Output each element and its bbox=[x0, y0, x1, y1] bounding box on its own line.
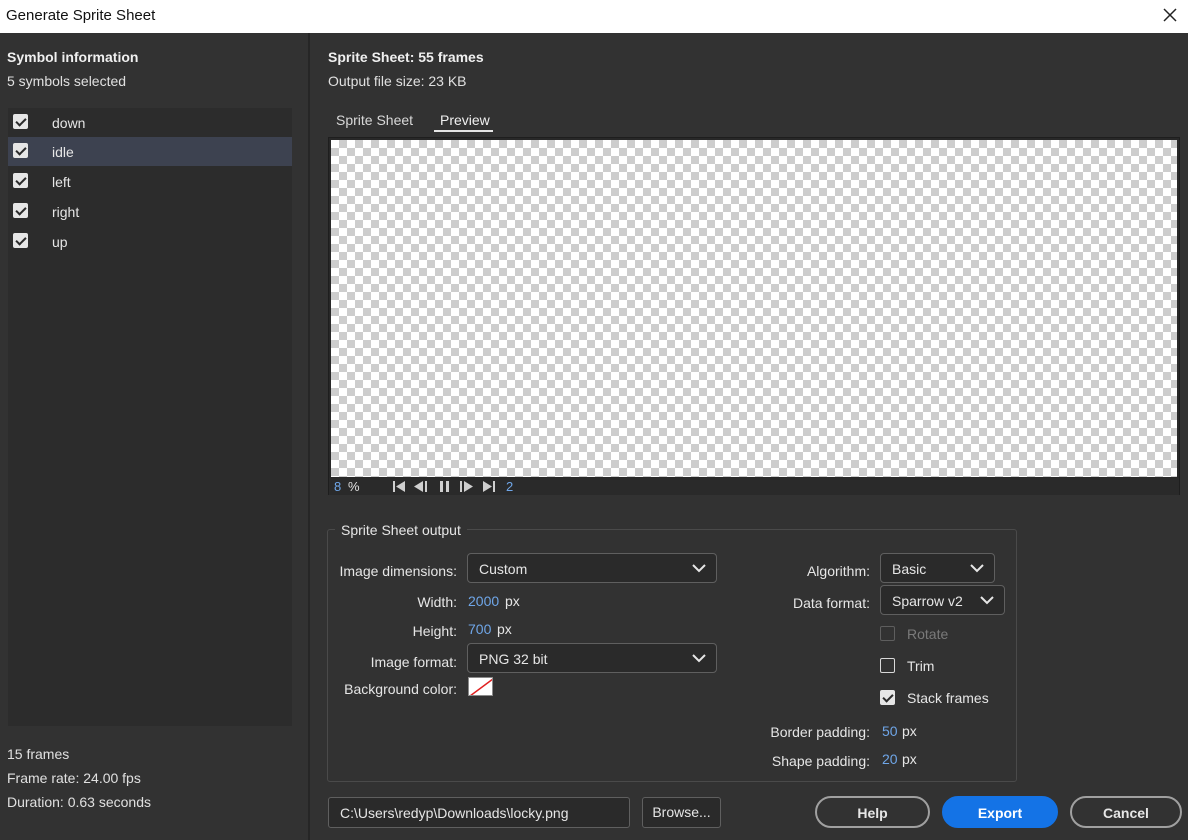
image-dimensions-label: Image dimensions: bbox=[339, 563, 457, 579]
symbol-row-up[interactable]: up bbox=[8, 227, 292, 256]
chevron-down-icon bbox=[692, 654, 706, 663]
first-frame-icon[interactable] bbox=[391, 480, 407, 493]
shape-padding-value[interactable]: 20 bbox=[882, 751, 898, 767]
export-button[interactable]: Export bbox=[942, 796, 1058, 828]
tab-preview[interactable]: Preview bbox=[440, 112, 490, 128]
algorithm-value: Basic bbox=[892, 561, 927, 577]
stack-frames-label: Stack frames bbox=[907, 690, 989, 706]
symbol-checkbox[interactable] bbox=[13, 143, 28, 158]
image-format-value: PNG 32 bit bbox=[479, 651, 548, 667]
pause-icon[interactable] bbox=[437, 480, 453, 493]
image-format-dropdown[interactable]: PNG 32 bit bbox=[467, 643, 717, 673]
chevron-down-icon bbox=[980, 596, 994, 605]
frames-count: 15 frames bbox=[7, 746, 70, 762]
symbol-list: down idle left right up bbox=[8, 108, 292, 726]
symbol-row-down[interactable]: down bbox=[8, 108, 292, 137]
border-padding-label: Border padding: bbox=[770, 724, 870, 740]
sprite-sheet-heading: Sprite Sheet: 55 frames bbox=[328, 49, 484, 65]
no-color-icon bbox=[470, 678, 492, 695]
preview-canvas bbox=[331, 140, 1177, 477]
border-padding-value[interactable]: 50 bbox=[882, 723, 898, 739]
preview-panel: 8 % 2 bbox=[328, 137, 1180, 495]
title-bar: Generate Sprite Sheet bbox=[0, 0, 1188, 33]
frame-rate: Frame rate: 24.00 fps bbox=[7, 770, 141, 786]
symbol-row-left[interactable]: left bbox=[8, 167, 292, 196]
width-label: Width: bbox=[417, 594, 457, 610]
data-format-dropdown[interactable]: Sparrow v2 bbox=[880, 585, 1005, 615]
rotate-label: Rotate bbox=[907, 626, 949, 642]
symbol-checkbox[interactable] bbox=[13, 173, 28, 188]
step-forward-icon[interactable] bbox=[458, 480, 474, 493]
symbol-checkbox[interactable] bbox=[13, 114, 28, 129]
browse-button[interactable]: Browse... bbox=[642, 797, 721, 828]
width-unit: px bbox=[505, 593, 520, 609]
background-color-label: Background color: bbox=[344, 681, 457, 697]
active-tab-indicator bbox=[434, 130, 493, 132]
rotate-checkbox[interactable] bbox=[880, 626, 895, 641]
symbol-row-right[interactable]: right bbox=[8, 197, 292, 226]
symbol-info-heading: Symbol information bbox=[7, 49, 139, 65]
symbol-label: idle bbox=[52, 144, 74, 160]
algorithm-label: Algorithm: bbox=[806, 563, 870, 579]
data-format-label: Data format: bbox=[792, 595, 870, 611]
symbol-label: down bbox=[52, 115, 86, 131]
symbol-label: up bbox=[52, 234, 68, 250]
playback-bar: 8 % 2 bbox=[329, 478, 1179, 495]
output-group-title: Sprite Sheet output bbox=[335, 522, 467, 538]
stack-frames-checkbox[interactable] bbox=[880, 690, 895, 705]
image-dimensions-value: Custom bbox=[479, 561, 528, 577]
symbol-row-idle[interactable]: idle bbox=[8, 137, 292, 166]
window-title: Generate Sprite Sheet bbox=[6, 7, 156, 24]
symbol-checkbox[interactable] bbox=[13, 233, 28, 248]
symbols-selected-count: 5 symbols selected bbox=[7, 73, 127, 89]
symbol-checkbox[interactable] bbox=[13, 203, 28, 218]
output-path-value: C:\Users\redyp\Downloads\locky.png bbox=[340, 805, 569, 821]
background-color-swatch[interactable] bbox=[468, 677, 493, 696]
algorithm-dropdown[interactable]: Basic bbox=[880, 553, 995, 583]
help-button[interactable]: Help bbox=[815, 796, 930, 828]
shape-padding-label: Shape padding: bbox=[771, 753, 870, 769]
height-unit: px bbox=[497, 621, 512, 637]
output-path-input[interactable]: C:\Users\redyp\Downloads\locky.png bbox=[328, 797, 630, 828]
data-format-value: Sparrow v2 bbox=[892, 593, 963, 609]
duration: Duration: 0.63 seconds bbox=[7, 794, 151, 810]
tab-sprite-sheet[interactable]: Sprite Sheet bbox=[336, 112, 413, 128]
zoom-value[interactable]: 8 bbox=[334, 479, 341, 494]
trim-checkbox[interactable] bbox=[880, 658, 895, 673]
border-padding-unit: px bbox=[902, 723, 917, 739]
current-frame[interactable]: 2 bbox=[506, 479, 513, 494]
width-value[interactable]: 2000 bbox=[468, 593, 499, 609]
step-back-icon[interactable] bbox=[413, 480, 429, 493]
symbol-label: left bbox=[52, 174, 71, 190]
trim-label: Trim bbox=[907, 658, 935, 674]
close-icon[interactable] bbox=[1160, 5, 1180, 25]
shape-padding-unit: px bbox=[902, 751, 917, 767]
image-format-label: Image format: bbox=[370, 654, 457, 670]
symbol-label: right bbox=[52, 204, 80, 220]
zoom-unit: % bbox=[348, 479, 360, 494]
height-value[interactable]: 700 bbox=[468, 621, 491, 637]
output-file-size: Output file size: 23 KB bbox=[328, 73, 467, 89]
height-label: Height: bbox=[412, 623, 457, 639]
last-frame-icon[interactable] bbox=[481, 480, 497, 493]
chevron-down-icon bbox=[692, 564, 706, 573]
symbol-info-panel: Symbol information 5 symbols selected do… bbox=[0, 33, 310, 840]
image-dimensions-dropdown[interactable]: Custom bbox=[467, 553, 717, 583]
chevron-down-icon bbox=[970, 564, 984, 573]
cancel-button[interactable]: Cancel bbox=[1070, 796, 1182, 828]
